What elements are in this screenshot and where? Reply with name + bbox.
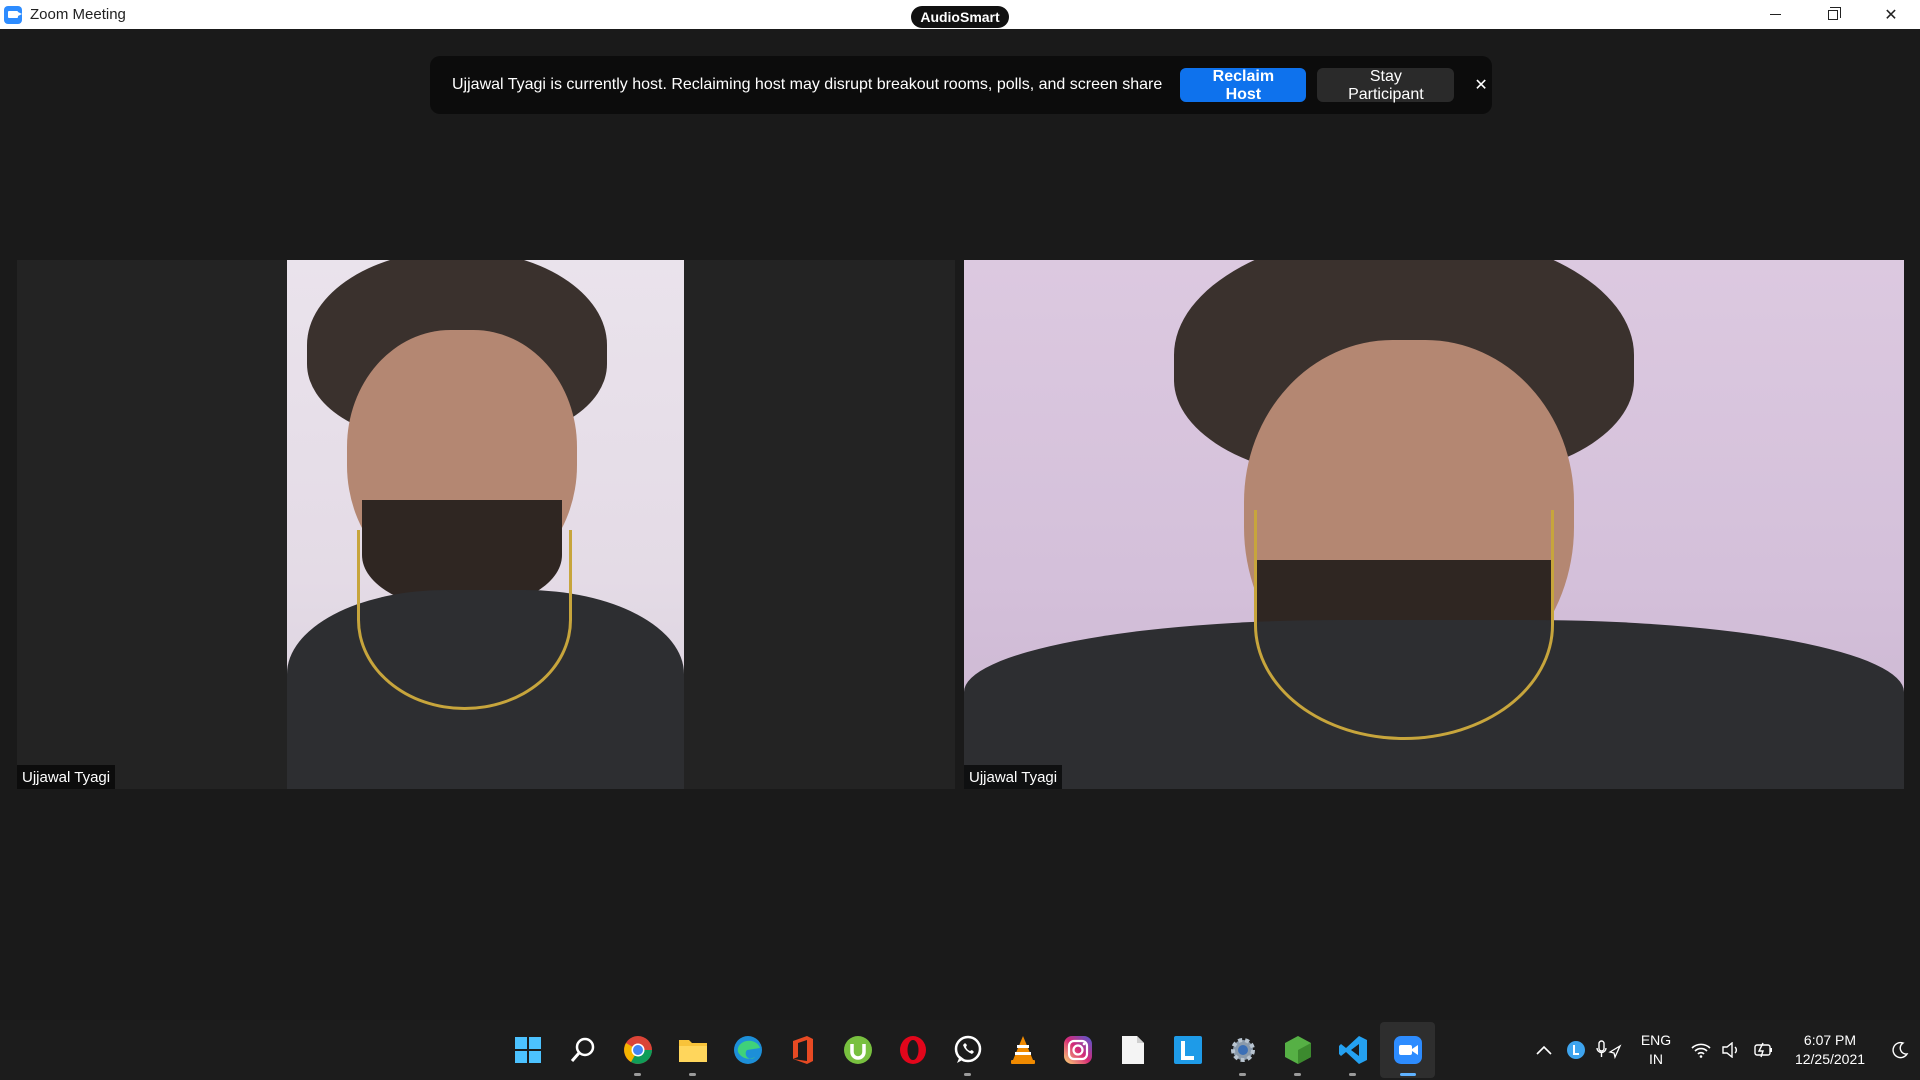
stay-participant-button[interactable]: Stay Participant: [1317, 68, 1455, 103]
windows-start-icon: [514, 1037, 541, 1063]
utorrent-icon: [843, 1036, 872, 1064]
l-app-tray-icon: [1567, 1041, 1585, 1059]
video-earphone-wire: [357, 530, 572, 710]
taskbar-chrome[interactable]: [610, 1022, 665, 1078]
battery-charging-icon: [1754, 1042, 1772, 1058]
tray-volume[interactable]: [1716, 1042, 1746, 1058]
taskbar-search[interactable]: [555, 1022, 610, 1078]
search-icon: [570, 1037, 594, 1062]
clock[interactable]: 6:07 PM 12/25/2021: [1780, 1031, 1880, 1069]
taskbar-settings[interactable]: [1215, 1022, 1270, 1078]
notepad-icon: [1121, 1036, 1144, 1064]
restore-icon: [1828, 6, 1841, 20]
close-icon: ✕: [1884, 6, 1898, 24]
taskbar-start[interactable]: [500, 1022, 555, 1078]
restore-button[interactable]: [1804, 0, 1862, 29]
office-icon: [792, 1036, 813, 1064]
region-code: IN: [1649, 1051, 1663, 1067]
close-window-button[interactable]: ✕: [1862, 0, 1920, 29]
taskbar-l-app[interactable]: [1160, 1022, 1215, 1078]
taskbar-vscode[interactable]: [1325, 1022, 1380, 1078]
participant-name-label: Ujjawal Tyagi: [964, 765, 1063, 789]
window-controls: ✕: [1746, 0, 1920, 29]
audiosmart-badge[interactable]: AudioSmart: [911, 6, 1009, 28]
taskbar-office[interactable]: [775, 1022, 830, 1078]
tray-overflow-button[interactable]: [1528, 1045, 1560, 1055]
speaker-icon: [1722, 1042, 1737, 1058]
zoom-icon: [1393, 1036, 1422, 1064]
minimize-button[interactable]: [1746, 0, 1804, 29]
tray-wifi[interactable]: [1686, 1042, 1716, 1058]
tray-notifications[interactable]: [1880, 1041, 1920, 1059]
taskbar-green-cube-app[interactable]: [1270, 1022, 1325, 1078]
tray-mic-location[interactable]: [1592, 1040, 1626, 1060]
edge-icon: [733, 1036, 762, 1064]
system-tray: ENG IN 6:07 PM 12/25/2021: [1528, 1020, 1920, 1080]
taskbar-zoom[interactable]: [1380, 1022, 1435, 1078]
close-icon: ✕: [1474, 77, 1488, 94]
green-cube-app-icon: [1284, 1036, 1311, 1064]
chrome-icon: [623, 1036, 652, 1064]
clock-date: 12/25/2021: [1794, 1051, 1866, 1067]
l-app-icon: [1173, 1036, 1202, 1064]
whatsapp-icon: [954, 1035, 981, 1063]
taskbar-notepad[interactable]: [1105, 1022, 1160, 1078]
taskbar-whatsapp[interactable]: [940, 1022, 995, 1078]
title-bar: Zoom Meeting AudioSmart ✕: [0, 0, 1920, 29]
window-title: Zoom Meeting: [30, 6, 126, 23]
taskbar-opera[interactable]: [885, 1022, 940, 1078]
taskbar-file-explorer[interactable]: [665, 1022, 720, 1078]
banner-close-button[interactable]: ✕: [1470, 74, 1492, 96]
taskbar-vlc[interactable]: [995, 1022, 1050, 1078]
language-code: ENG: [1640, 1032, 1672, 1048]
taskbar-edge[interactable]: [720, 1022, 775, 1078]
settings-icon: [1230, 1038, 1255, 1062]
participant-video: [964, 260, 1904, 789]
reclaim-host-banner: Ujjawal Tyagi is currently host. Reclaim…: [430, 56, 1492, 114]
video-earphone-wire: [1254, 510, 1554, 740]
taskbar-apps: [500, 1020, 1435, 1080]
banner-message: Ujjawal Tyagi is currently host. Reclaim…: [452, 76, 1163, 93]
windows-taskbar: ENG IN 6:07 PM 12/25/2021: [0, 1020, 1920, 1080]
language-indicator[interactable]: ENG IN: [1626, 1031, 1686, 1069]
clock-time: 6:07 PM: [1803, 1032, 1857, 1048]
chevron-up-icon: [1536, 1045, 1552, 1055]
focus-assist-moon-icon: [1892, 1041, 1909, 1059]
video-tile-right[interactable]: Ujjawal Tyagi: [964, 260, 1904, 789]
vscode-icon: [1338, 1036, 1367, 1064]
minimize-icon: [1769, 14, 1781, 15]
zoom-app-icon: [4, 5, 22, 24]
opera-icon: [899, 1036, 926, 1064]
instagram-icon: [1063, 1036, 1092, 1064]
microphone-location-icon: [1596, 1040, 1622, 1059]
taskbar-utorrent[interactable]: [830, 1022, 885, 1078]
video-tile-left[interactable]: Ujjawal Tyagi: [17, 260, 955, 789]
participant-video: [287, 260, 684, 789]
taskbar-instagram[interactable]: [1050, 1022, 1105, 1078]
reclaim-host-button[interactable]: Reclaim Host: [1180, 68, 1307, 103]
tray-battery[interactable]: [1746, 1042, 1780, 1058]
file-explorer-icon: [678, 1040, 707, 1062]
participant-name-label: Ujjawal Tyagi: [17, 765, 116, 789]
vlc-icon: [1010, 1036, 1035, 1064]
wifi-icon: [1691, 1043, 1711, 1058]
tray-l-app[interactable]: [1560, 1040, 1592, 1060]
